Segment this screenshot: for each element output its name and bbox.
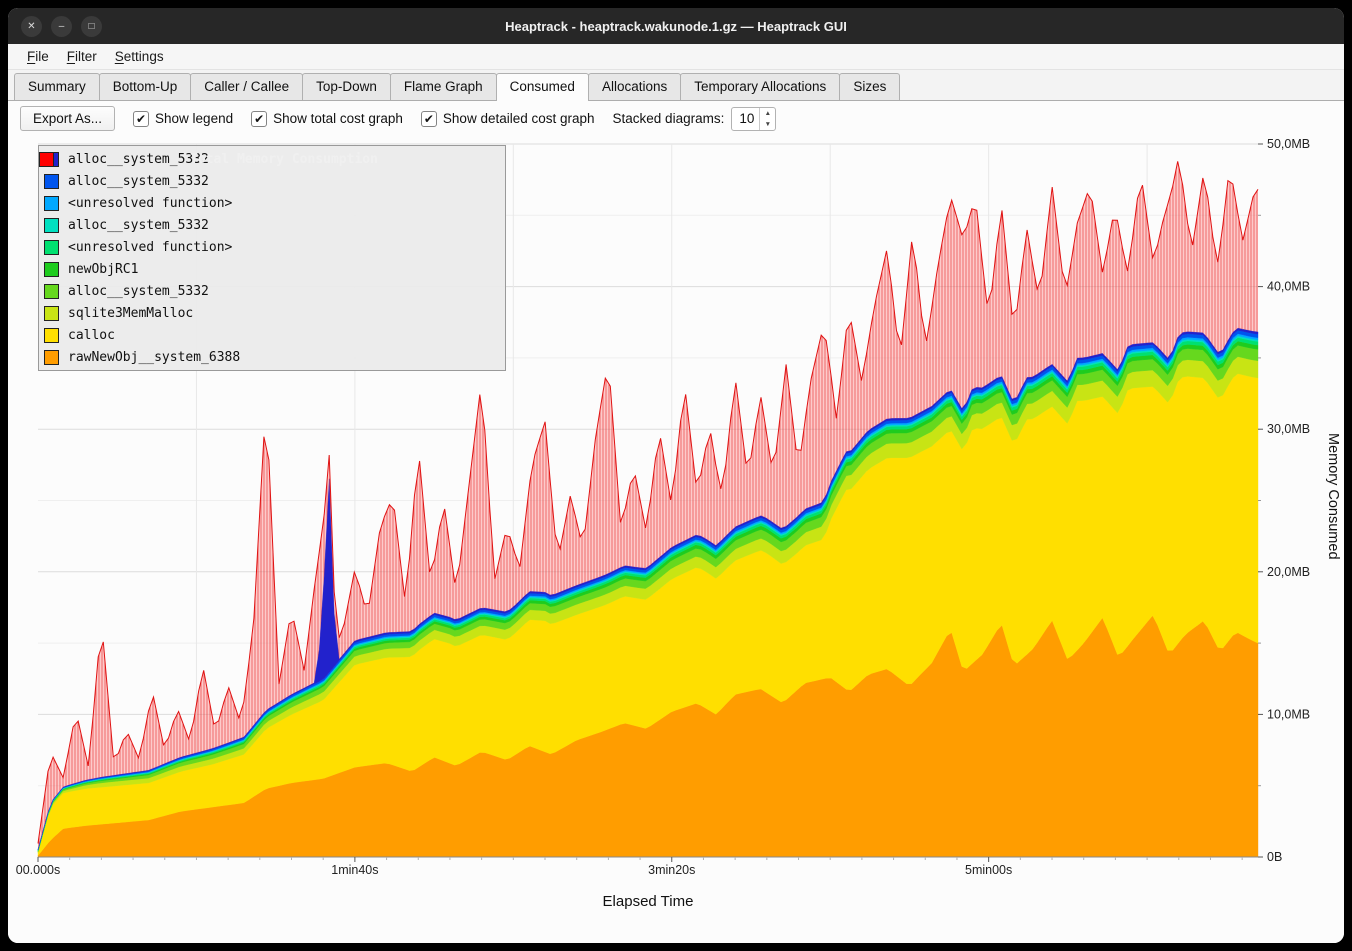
tab-consumed[interactable]: Consumed — [496, 73, 589, 101]
legend-label: alloc__system_5332 — [68, 174, 209, 189]
legend-label: alloc__system_5332 — [68, 218, 209, 233]
window-title: Heaptrack - heaptrack.wakunode.1.gz — He… — [8, 19, 1344, 34]
legend-swatch — [44, 328, 59, 343]
toolbar: Export As... ✔ Show legend ✔ Show total cos… — [8, 101, 1344, 136]
legend-swatch — [44, 240, 59, 255]
tab-allocations[interactable]: Allocations — [588, 73, 681, 100]
legend-label: <unresolved function> — [68, 196, 232, 211]
x-tick-label: 00.000s — [16, 863, 60, 877]
y-tick-label: 20,0MB — [1267, 565, 1310, 579]
legend-item: rawNewObj__system_6388 — [44, 346, 500, 368]
legend-swatch — [44, 196, 59, 211]
stacked-diagrams-group: Stacked diagrams: 10 ▲ ▼ — [613, 107, 777, 131]
checkbox-group: ✔ Show legend ✔ Show total cost graph ✔ Show … — [133, 111, 595, 127]
checkbox-box[interactable]: ✔ — [133, 111, 149, 127]
tab-caller-callee[interactable]: Caller / Callee — [190, 73, 303, 100]
spin-up-icon[interactable]: ▲ — [760, 108, 775, 119]
legend-item: alloc__system_5332 — [44, 280, 500, 302]
y-axis-title: Memory Consumed — [1325, 433, 1341, 560]
tab-sizes[interactable]: Sizes — [839, 73, 900, 100]
y-tick-label: 40,0MB — [1267, 280, 1310, 294]
checkbox-label: Show legend — [155, 111, 233, 126]
legend-swatch — [44, 262, 59, 277]
close-button[interactable]: ✕ — [21, 16, 42, 37]
legend-item: sqlite3MemMalloc — [44, 302, 500, 324]
legend-label: <unresolved function> — [68, 240, 232, 255]
legend-swatch — [44, 152, 59, 167]
legend-item: alloc__system_5332 — [44, 214, 500, 236]
legend-swatch — [44, 174, 59, 189]
legend-label: rawNewObj__system_6388 — [68, 350, 240, 365]
y-tick-label: 50,0MB — [1267, 137, 1310, 151]
chart-area: 00.000s 1min40s 3min20s 5min00s 0B 10,0MB 20,0… — [8, 136, 1344, 943]
legend-label: calloc — [68, 328, 115, 343]
menu-bar: FileFilterSettings — [8, 44, 1344, 70]
checkbox-label: Show detailed cost graph — [443, 111, 595, 126]
legend-label: sqlite3MemMalloc — [68, 306, 193, 321]
legend-swatch — [44, 284, 59, 299]
title-bar: ✕ – □ Heaptrack - heaptrack.wakunode.1.g… — [8, 8, 1344, 44]
maximize-button[interactable]: □ — [81, 16, 102, 37]
stacked-diagrams-label: Stacked diagrams: — [613, 111, 725, 126]
minimize-button[interactable]: – — [51, 16, 72, 37]
tab-bar: SummaryBottom-UpCaller / CalleeTop-DownF… — [8, 70, 1344, 101]
tab-temporary-allocations[interactable]: Temporary Allocations — [680, 73, 840, 100]
legend-label: newObjRC1 — [68, 262, 138, 277]
legend-item: <unresolved function> — [44, 192, 500, 214]
stacked-diagrams-value[interactable]: 10 — [732, 108, 759, 130]
tab-flame-graph[interactable]: Flame Graph — [390, 73, 497, 100]
x-axis-title: Elapsed Time — [38, 893, 1258, 910]
x-tick-label: 5min00s — [965, 863, 1012, 877]
stacked-diagrams-spinner[interactable]: 10 ▲ ▼ — [731, 107, 776, 131]
legend-item: alloc__system_5332 — [44, 148, 500, 170]
checkbox-show-total-cost-graph[interactable]: ✔ Show total cost graph — [251, 111, 403, 127]
y-tick-label: 10,0MB — [1267, 707, 1310, 721]
spin-down-icon[interactable]: ▼ — [760, 119, 775, 130]
menu-filter[interactable]: Filter — [58, 46, 106, 67]
window-controls: ✕ – □ — [21, 16, 102, 37]
legend-item: alloc__system_5332 — [44, 170, 500, 192]
chart-legend: Total Memory Consumptionalloc__system_53… — [38, 145, 506, 371]
legend-label: alloc__system_5332 — [68, 284, 209, 299]
tab-top-down[interactable]: Top-Down — [302, 73, 391, 100]
legend-swatch — [44, 218, 59, 233]
menu-settings[interactable]: Settings — [106, 46, 173, 67]
y-tick-label: 30,0MB — [1267, 422, 1310, 436]
legend-swatch — [44, 350, 59, 365]
legend-label: alloc__system_5332 — [68, 152, 209, 167]
x-tick-label: 1min40s — [331, 863, 378, 877]
checkbox-show-legend[interactable]: ✔ Show legend — [133, 111, 233, 127]
tab-bottom-up[interactable]: Bottom-Up — [99, 73, 192, 100]
legend-item: <unresolved function> — [44, 236, 500, 258]
checkbox-show-detailed-cost-graph[interactable]: ✔ Show detailed cost graph — [421, 111, 595, 127]
export-as-button[interactable]: Export As... — [20, 106, 115, 131]
tab-summary[interactable]: Summary — [14, 73, 100, 100]
x-tick-label: 3min20s — [648, 863, 695, 877]
checkbox-label: Show total cost graph — [273, 111, 403, 126]
app-window: ✕ – □ Heaptrack - heaptrack.wakunode.1.g… — [8, 8, 1344, 943]
legend-item: newObjRC1 — [44, 258, 500, 280]
spinner-arrows: ▲ ▼ — [759, 108, 775, 130]
legend-swatch — [44, 306, 59, 321]
menu-file[interactable]: File — [18, 46, 58, 67]
y-tick-label: 0B — [1267, 850, 1282, 864]
checkbox-box[interactable]: ✔ — [421, 111, 437, 127]
legend-item: calloc — [44, 324, 500, 346]
checkbox-box[interactable]: ✔ — [251, 111, 267, 127]
